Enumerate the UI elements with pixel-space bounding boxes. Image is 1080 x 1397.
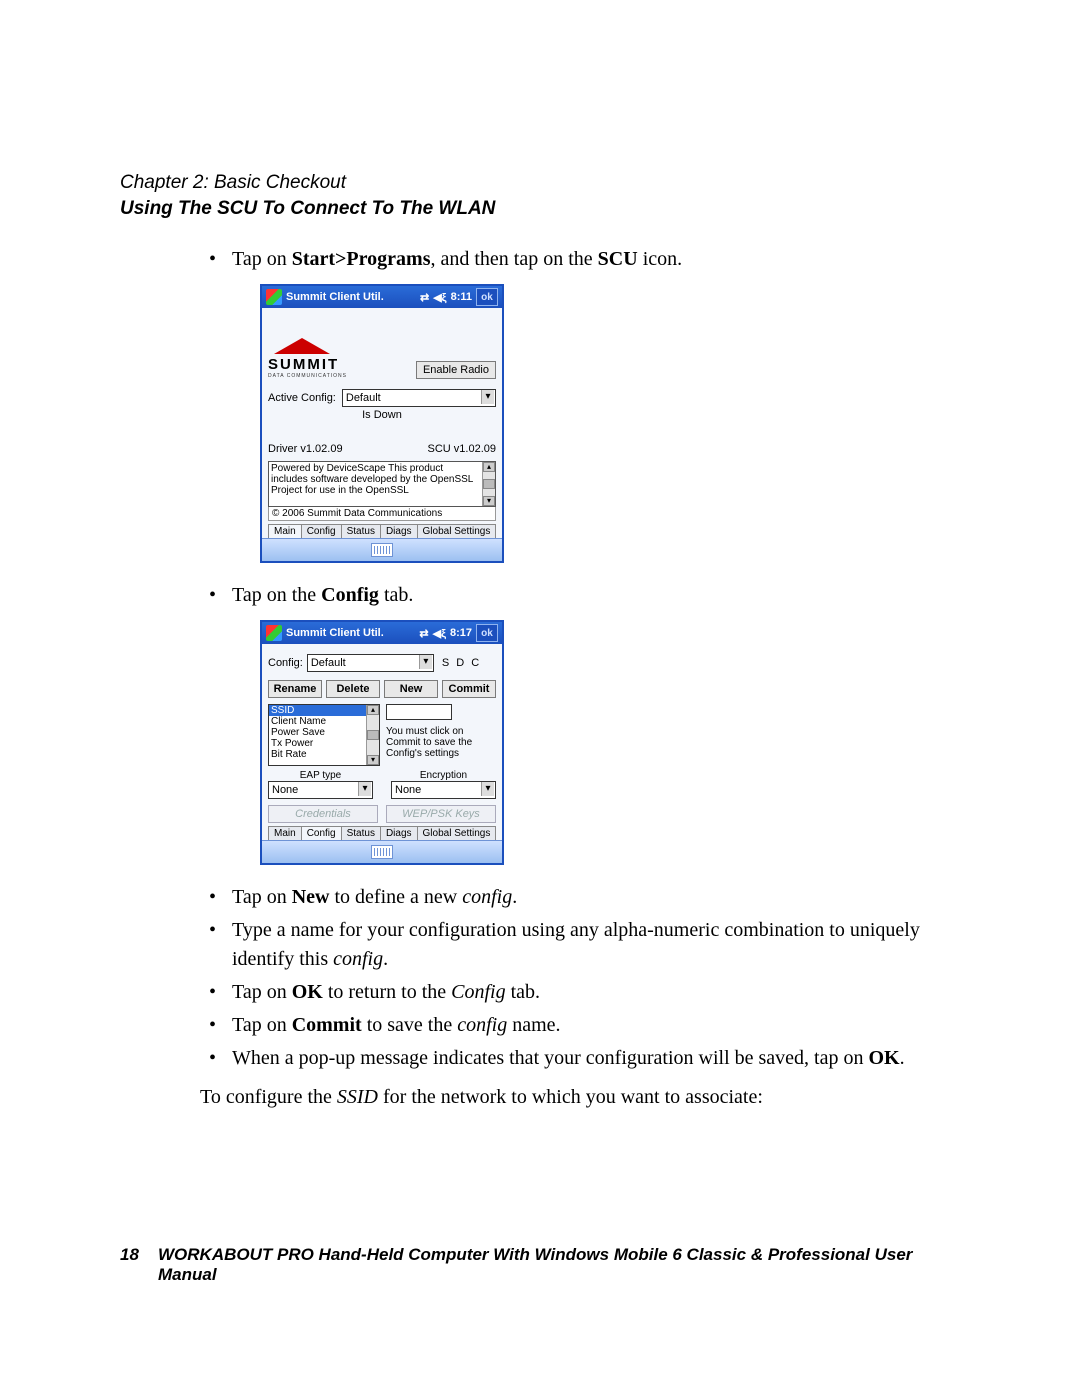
speaker-icon: ◀ξ	[433, 627, 446, 640]
tab-global-settings[interactable]: Global Settings	[417, 524, 497, 538]
credentials-button[interactable]: Credentials	[268, 805, 378, 823]
speaker-icon: ◀ξ	[433, 291, 446, 304]
eap-label: EAP type	[268, 770, 373, 781]
config-button-row: RenameDeleteNewCommit	[268, 680, 496, 698]
new-button[interactable]: New	[384, 680, 438, 698]
summit-logo: SUMMIT DATA COMMUNICATIONS	[268, 338, 347, 379]
active-config-select[interactable]: Default	[342, 389, 496, 407]
active-config-label: Active Config:	[268, 392, 336, 404]
rename-button[interactable]: Rename	[268, 680, 322, 698]
scu-version: SCU v1.02.09	[428, 443, 496, 455]
tabbar-config: MainConfigStatusDiagsGlobal Settings	[268, 826, 496, 840]
step-item: Tap on New to define a new config.	[226, 883, 960, 912]
window-title-2: Summit Client Util.	[286, 627, 415, 639]
chapter-line: Chapter 2: Basic Checkout	[120, 170, 960, 196]
keyboard-icon[interactable]	[371, 845, 393, 859]
tab-main[interactable]: Main	[268, 826, 302, 840]
wm-softbar	[262, 538, 502, 561]
enable-radio-button[interactable]: Enable Radio	[416, 361, 496, 379]
clock-2: 8:17	[450, 627, 472, 639]
about-textbox: Powered by DeviceScape This product incl…	[268, 461, 496, 507]
list-item[interactable]: Client Name	[269, 716, 367, 727]
list-item[interactable]: Power Save	[269, 727, 367, 738]
wm-titlebar-2: Summit Client Util. ⇄ ◀ξ 8:17 ok	[262, 622, 502, 644]
radio-status: Is Down	[268, 409, 496, 421]
driver-version: Driver v1.02.09	[268, 443, 343, 455]
scrollbar[interactable]: ▴▾	[482, 462, 495, 506]
footer-text: WORKABOUT PRO Hand-Held Computer With Wi…	[158, 1245, 960, 1285]
step-item: Tap on OK to return to the Config tab.	[226, 978, 960, 1007]
signal-icon: ⇄	[419, 627, 428, 640]
start-icon[interactable]	[266, 289, 282, 305]
tab-config[interactable]: Config	[301, 524, 342, 538]
step-item: Type a name for your configuration using…	[226, 916, 960, 974]
start-icon[interactable]	[266, 625, 282, 641]
disabled-button-row: Credentials WEP/PSK Keys	[268, 805, 496, 823]
step-2: Tap on the Config tab.	[226, 581, 960, 610]
property-listbox[interactable]: SSIDClient NamePower SaveTx PowerBit Rat…	[268, 704, 380, 766]
help-text: You must click on Commit to save the Con…	[386, 726, 496, 759]
list-item[interactable]: SSID	[269, 705, 367, 716]
tab-status[interactable]: Status	[341, 524, 381, 538]
tab-diags[interactable]: Diags	[380, 524, 418, 538]
tab-global-settings[interactable]: Global Settings	[417, 826, 497, 840]
step-list-3: Tap on New to define a new config. Type a…	[200, 883, 960, 1073]
clock: 8:11	[451, 291, 472, 303]
window-title: Summit Client Util.	[286, 291, 416, 303]
screenshot-main-tab: Summit Client Util. ⇄ ◀ξ 8:11 ok SUMMIT …	[260, 284, 504, 563]
config-label: Config:	[268, 657, 303, 669]
wm-softbar-2	[262, 840, 502, 863]
section-line: Using The SCU To Connect To The WLAN	[120, 196, 960, 222]
commit-button[interactable]: Commit	[442, 680, 496, 698]
wm-titlebar: Summit Client Util. ⇄ ◀ξ 8:11 ok	[262, 286, 502, 308]
delete-button[interactable]: Delete	[326, 680, 380, 698]
wep-psk-keys-button[interactable]: WEP/PSK Keys	[386, 805, 496, 823]
tab-config[interactable]: Config	[301, 826, 342, 840]
tab-status[interactable]: Status	[341, 826, 381, 840]
signal-icon: ⇄	[420, 291, 429, 304]
property-value-input[interactable]	[386, 704, 452, 720]
page-number: 18	[120, 1245, 144, 1285]
step-item: Tap on Commit to save the config name.	[226, 1011, 960, 1040]
step-list-2: Tap on the Config tab.	[200, 581, 960, 610]
tab-main[interactable]: Main	[268, 524, 302, 538]
list-item[interactable]: Bit Rate	[269, 749, 367, 760]
tab-diags[interactable]: Diags	[380, 826, 418, 840]
config-select[interactable]: Default	[307, 654, 434, 672]
encryption-label: Encryption	[391, 770, 496, 781]
scrollbar[interactable]: ▴▾	[366, 705, 379, 765]
eap-select[interactable]: None	[268, 781, 373, 799]
list-item[interactable]: Tx Power	[269, 738, 367, 749]
step-1: Tap on Start>Programs, and then tap on t…	[226, 245, 960, 274]
keyboard-icon[interactable]	[371, 543, 393, 557]
copyright: © 2006 Summit Data Communications	[268, 507, 496, 521]
closing-paragraph: To configure the SSID for the network to…	[200, 1083, 960, 1112]
ok-button-2[interactable]: ok	[476, 624, 498, 642]
version-row: Driver v1.02.09 SCU v1.02.09	[268, 443, 496, 455]
screenshot-config-tab: Summit Client Util. ⇄ ◀ξ 8:17 ok Config:…	[260, 620, 504, 865]
ok-button[interactable]: ok	[476, 288, 498, 306]
page-footer: 18 WORKABOUT PRO Hand-Held Computer With…	[120, 1245, 960, 1285]
encryption-select[interactable]: None	[391, 781, 496, 799]
step-list-1: Tap on Start>Programs, and then tap on t…	[200, 245, 960, 274]
step-item: When a pop-up message indicates that you…	[226, 1044, 960, 1073]
tabbar-main: MainConfigStatusDiagsGlobal Settings	[268, 524, 496, 538]
sdc-label: S D C	[442, 657, 481, 669]
chapter-header: Chapter 2: Basic Checkout Using The SCU …	[120, 170, 960, 221]
